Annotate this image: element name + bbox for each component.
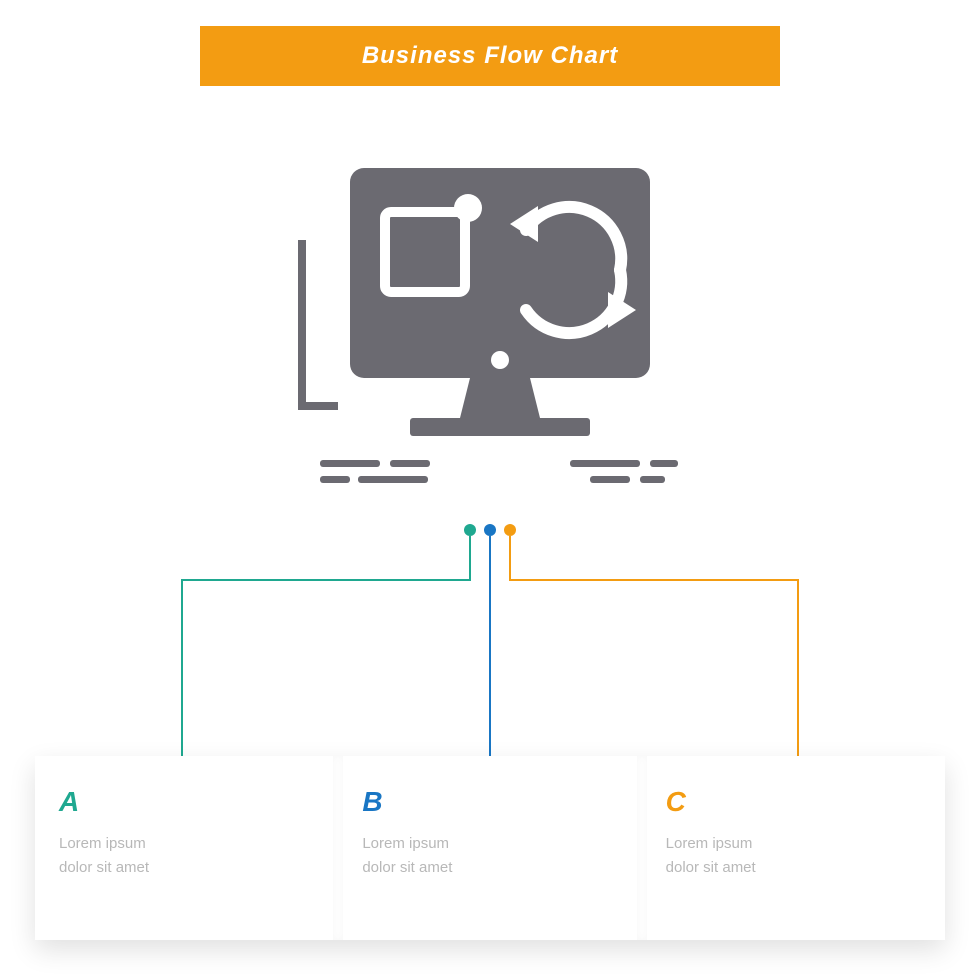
card-a-body: Lorem ipsumdolor sit amet (59, 832, 314, 880)
card-c: C Lorem ipsumdolor sit amet (642, 756, 945, 940)
card-b: B Lorem ipsumdolor sit amet (338, 756, 641, 940)
card-c-body: Lorem ipsumdolor sit amet (666, 832, 921, 880)
card-b-body: Lorem ipsumdolor sit amet (362, 832, 617, 880)
monitor-sync-icon (290, 150, 690, 510)
card-a: A Lorem ipsumdolor sit amet (35, 756, 338, 940)
page-title: Business Flow Chart (362, 42, 618, 70)
card-a-letter: A (59, 786, 314, 818)
card-b-letter: B (362, 786, 617, 818)
connector-lines (0, 520, 980, 760)
cards-row: A Lorem ipsumdolor sit amet B Lorem ipsu… (35, 756, 945, 940)
card-c-letter: C (666, 786, 921, 818)
title-bar: Business Flow Chart (200, 26, 780, 86)
